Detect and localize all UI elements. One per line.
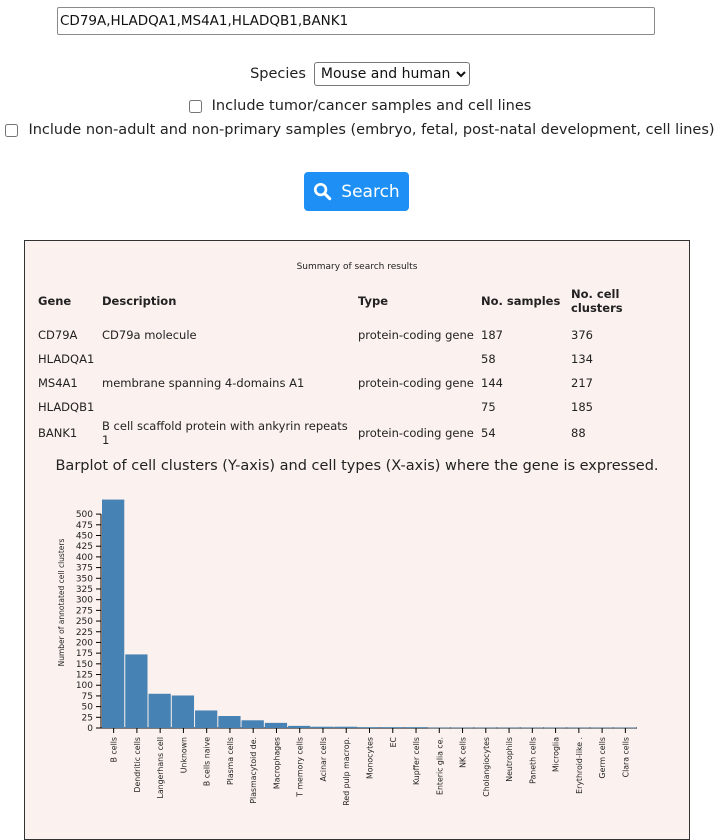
y-tick-label: 275 <box>76 606 93 616</box>
species-row: Species Mouse and human <box>0 62 720 86</box>
bar <box>288 725 311 728</box>
search-button-label: Search <box>341 181 400 202</box>
y-tick-label: 400 <box>76 553 93 563</box>
gene-search-input[interactable] <box>57 7 655 35</box>
bar <box>171 695 195 728</box>
y-tick-label: 250 <box>76 617 93 627</box>
x-tick-label: Enteric glia ce. <box>435 737 444 795</box>
y-tick-label: 25 <box>82 713 93 723</box>
y-tick-label: 100 <box>76 681 93 691</box>
y-tick-label: 350 <box>76 574 93 584</box>
x-tick-label: Paneth cells <box>528 737 537 784</box>
y-tick-label: 50 <box>82 703 94 713</box>
y-tick-label: 325 <box>76 585 93 595</box>
bar <box>241 720 264 728</box>
include-tumor-checkbox[interactable] <box>188 99 202 113</box>
x-tick-label: Red pulp macrop. <box>342 737 351 806</box>
x-tick-label: Kupffer cells <box>412 737 421 785</box>
bar <box>311 726 334 728</box>
x-tick-label: NK cells <box>459 737 468 768</box>
include-non-adult-label[interactable]: Include non-adult and non-primary sample… <box>28 122 714 138</box>
bar <box>381 727 404 728</box>
x-tick-label: B cells naive <box>203 737 212 786</box>
y-tick-label: 375 <box>76 564 93 574</box>
bar <box>148 693 171 728</box>
x-tick-label: Germ cells <box>598 737 607 778</box>
bar <box>264 722 288 728</box>
bar <box>334 726 357 728</box>
x-tick-label: B cells <box>110 737 119 762</box>
x-tick-label: Cholangiocytes <box>482 737 491 797</box>
x-tick-label: Acinar cells <box>319 737 328 782</box>
y-tick-label: 200 <box>76 638 93 648</box>
y-tick-label: 125 <box>76 671 93 681</box>
include-non-adult-checkbox[interactable] <box>5 123 19 137</box>
y-axis-label: Number of annotated cell clusters <box>57 539 66 667</box>
search-button[interactable]: Search <box>304 172 409 211</box>
species-select[interactable]: Mouse and human <box>313 62 470 86</box>
x-tick-label: Unknown <box>179 737 188 773</box>
include-tumor-label[interactable]: Include tumor/cancer samples and cell li… <box>212 98 532 114</box>
x-tick-label: EC <box>389 736 398 747</box>
x-tick-label: Plasmacytoid de. <box>249 737 258 804</box>
y-tick-label: 500 <box>76 510 93 520</box>
bar <box>102 499 125 728</box>
cell-cluster-barplot: 0255075100125150175200225250275300325350… <box>57 499 637 806</box>
y-tick-label: 225 <box>76 628 93 638</box>
x-tick-label: Clara cells <box>621 737 630 777</box>
include-non-adult-row: Include non-adult and non-primary sample… <box>0 119 720 141</box>
y-tick-label: 175 <box>76 649 93 659</box>
include-tumor-row: Include tumor/cancer samples and cell li… <box>0 95 720 117</box>
bar <box>125 654 148 728</box>
x-tick-label: Macrophages <box>272 737 281 789</box>
bar <box>427 727 450 729</box>
x-tick-label: T memory cells <box>296 737 305 798</box>
x-tick-label: Dendritic cells <box>133 737 142 793</box>
x-tick-label: Neutrophils <box>505 737 514 782</box>
y-tick-label: 75 <box>82 692 93 702</box>
bar <box>404 727 427 728</box>
y-tick-label: 150 <box>76 660 93 670</box>
y-tick-label: 450 <box>76 532 93 542</box>
x-tick-label: Monocytes <box>366 737 375 779</box>
y-tick-label: 425 <box>76 542 93 552</box>
y-tick-label: 0 <box>87 724 93 734</box>
x-tick-label: Erythroid-like . <box>575 737 584 794</box>
results-panel: Summary of search results Gene Descripti… <box>24 240 690 840</box>
x-tick-label: Langerhans cell <box>156 737 165 799</box>
y-tick-label: 300 <box>76 596 93 606</box>
bar <box>357 727 381 728</box>
y-tick-label: 475 <box>76 521 93 531</box>
x-tick-label: Microglia <box>552 737 561 772</box>
x-tick-label: Plasma cells <box>226 737 235 785</box>
bar <box>195 710 218 728</box>
species-label: Species <box>250 66 306 82</box>
search-icon <box>314 182 332 201</box>
bar <box>218 716 241 728</box>
